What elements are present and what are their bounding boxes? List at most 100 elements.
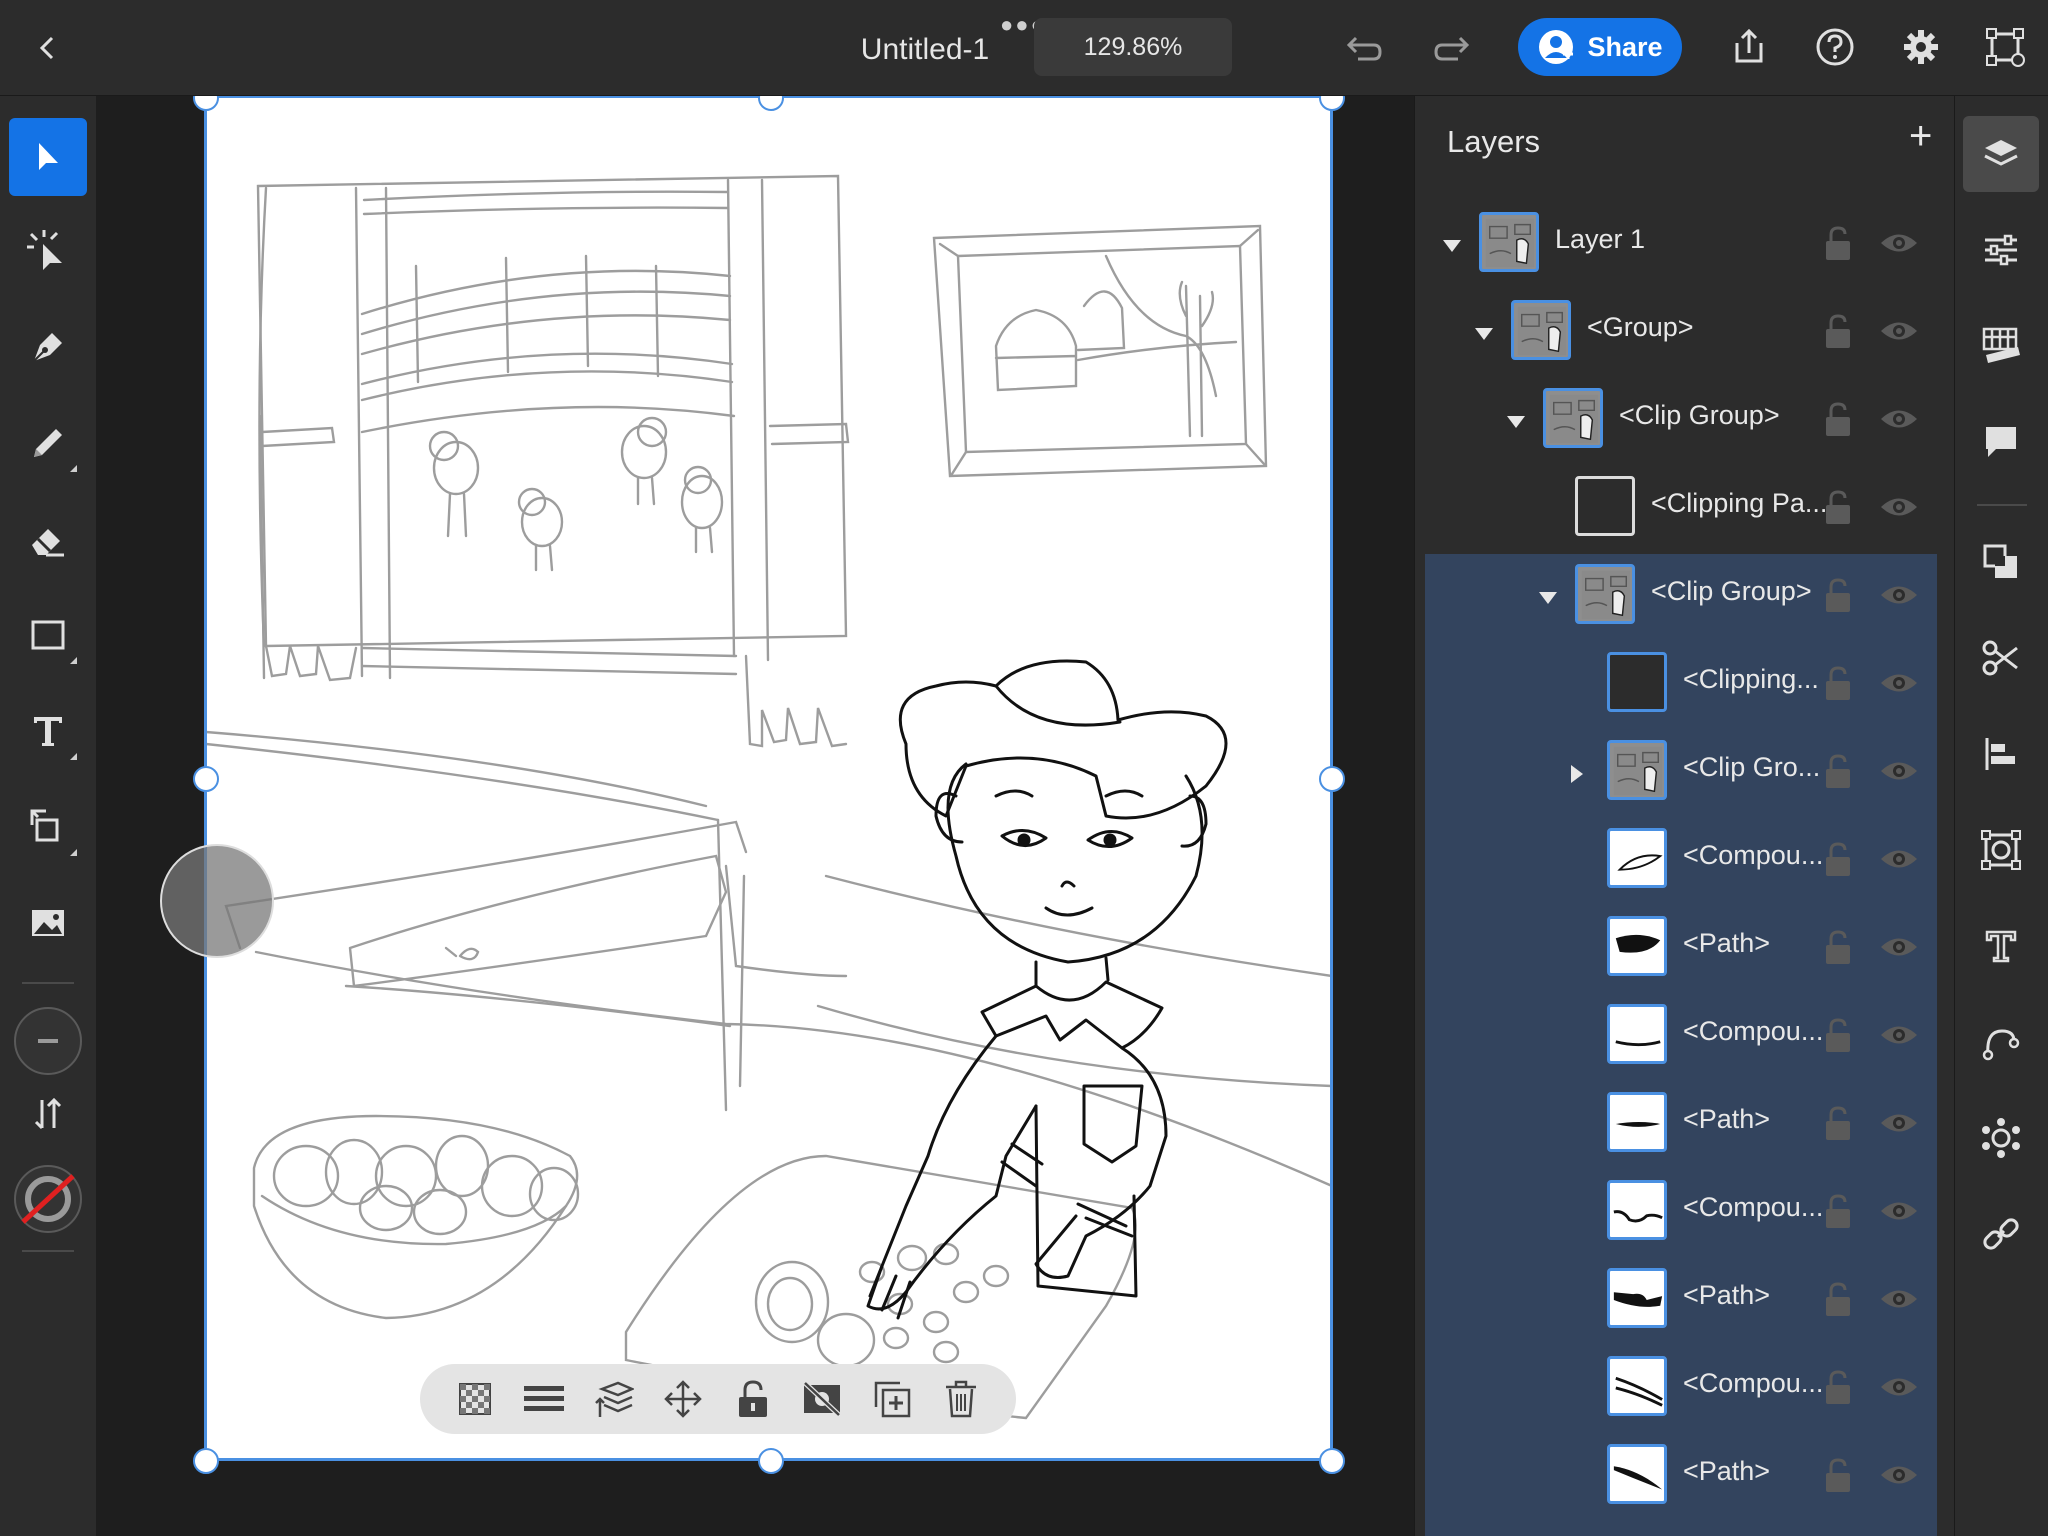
layer-row[interactable]: <Clipping Pa... [1415,466,1955,554]
visibility-eye-icon[interactable] [1879,1460,1919,1495]
comments-button[interactable] [1963,404,2039,480]
visibility-eye-icon[interactable] [1879,844,1919,879]
layer-row[interactable]: <Path> [1415,1258,1955,1346]
visibility-eye-icon[interactable] [1879,1196,1919,1231]
unlock-icon[interactable] [1823,1106,1853,1147]
swap-fill-stroke-button[interactable] [9,1082,87,1146]
pen-tool[interactable] [9,308,87,386]
type-panel-button[interactable] [1963,908,2039,984]
collapse-arrow-icon[interactable] [1475,328,1493,340]
unlock-icon[interactable] [1823,842,1853,883]
visibility-eye-icon[interactable] [1879,492,1919,527]
duplicate-button[interactable] [865,1372,919,1426]
layer-row[interactable]: <Clip Gro... [1415,730,1955,818]
resize-handle-left[interactable] [193,766,219,792]
link-button[interactable] [1963,1196,2039,1272]
repeat-button[interactable] [1963,1100,2039,1176]
visibility-eye-icon[interactable] [1879,580,1919,615]
unlock-icon[interactable] [1823,314,1853,355]
visibility-eye-icon[interactable] [1879,1372,1919,1407]
resize-handle-bottom-right[interactable] [1319,1448,1345,1474]
unlock-icon[interactable] [1823,666,1853,707]
unlock-icon[interactable] [1823,490,1853,531]
collapse-arrow-icon[interactable] [1507,416,1525,428]
resize-handle-bottom-left[interactable] [193,1448,219,1474]
selection-tool[interactable] [9,118,87,196]
pathfinder-button[interactable] [1963,524,2039,600]
touch-shortcut[interactable] [160,844,274,958]
resize-handle-bottom[interactable] [758,1448,784,1474]
unlock-icon[interactable] [1823,1282,1853,1323]
layer-row[interactable]: <Group> [1415,290,1955,378]
arrange-button[interactable] [587,1372,641,1426]
transform-tool[interactable] [9,788,87,866]
unlock-icon[interactable] [1823,1370,1853,1411]
layer-row[interactable]: <Compou... [1415,1170,1955,1258]
grid-ruler-button[interactable] [1963,308,2039,384]
visibility-eye-icon[interactable] [1879,756,1919,791]
fill-stroke-button[interactable] [9,1160,87,1238]
hide-button[interactable] [795,1372,849,1426]
visibility-eye-icon[interactable] [1879,668,1919,703]
path-button[interactable] [1963,1004,2039,1080]
image-trace-button[interactable] [1963,812,2039,888]
layer-row[interactable]: <Compou... [1415,818,1955,906]
eraser-tool[interactable] [9,500,87,578]
move-button[interactable] [656,1372,710,1426]
visibility-eye-icon[interactable] [1879,316,1919,351]
layer-row[interactable]: <Path> [1415,1434,1955,1522]
visibility-eye-icon[interactable] [1879,404,1919,439]
unlock-icon[interactable] [1823,754,1853,795]
back-button[interactable] [24,24,72,72]
layer-row[interactable]: <Compou... [1415,1346,1955,1434]
add-layer-button[interactable]: + [1909,116,1932,156]
align-button[interactable] [1963,716,2039,792]
artboard-button[interactable] [1980,22,2030,72]
collapse-arrow-icon[interactable] [1443,240,1461,252]
undo-button[interactable] [1340,24,1388,72]
unlock-icon[interactable] [1823,1458,1853,1499]
pencil-tool[interactable] [9,404,87,482]
layer-row[interactable]: <Clip Group> [1415,554,1955,642]
unlock-icon[interactable] [1823,402,1853,443]
visibility-eye-icon[interactable] [1879,1020,1919,1055]
document-title[interactable]: Untitled-1 [836,22,1014,78]
export-button[interactable] [1724,22,1774,72]
type-tool[interactable] [9,692,87,770]
canvas[interactable] [96,96,1414,1536]
layer-row[interactable]: Layer 1 [1415,202,1955,290]
expand-arrow-icon[interactable] [1571,765,1583,783]
artboard[interactable] [204,96,1334,1460]
layer-row[interactable]: <Path> [1415,1082,1955,1170]
visibility-eye-icon[interactable] [1879,932,1919,967]
unlock-icon[interactable] [1823,226,1853,267]
rectangle-tool[interactable] [9,596,87,674]
visibility-eye-icon[interactable] [1879,1284,1919,1319]
settings-button[interactable] [1896,22,1946,72]
layer-row[interactable]: <Path> [1415,906,1955,994]
opacity-button[interactable] [448,1372,502,1426]
delete-button[interactable] [934,1372,988,1426]
properties-panel-button[interactable] [1963,212,2039,288]
stroke-weight-button[interactable] [9,1002,87,1080]
visibility-eye-icon[interactable] [1879,1108,1919,1143]
share-button[interactable]: Share [1518,18,1682,76]
direct-selection-tool[interactable] [9,212,87,290]
layer-row[interactable]: <Clip Group> [1415,378,1955,466]
cut-button[interactable] [1963,620,2039,696]
image-tool[interactable] [9,884,87,962]
unlock-icon[interactable] [1823,1194,1853,1235]
resize-handle-right[interactable] [1319,766,1345,792]
redo-button[interactable] [1428,24,1476,72]
lock-button[interactable] [726,1372,780,1426]
layer-row[interactable]: <Clipping... [1415,642,1955,730]
unlock-icon[interactable] [1823,930,1853,971]
visibility-eye-icon[interactable] [1879,228,1919,263]
layer-row[interactable]: <Compou... [1415,994,1955,1082]
unlock-icon[interactable] [1823,578,1853,619]
blend-button[interactable] [517,1372,571,1426]
layers-panel-button[interactable] [1963,116,2039,192]
collapse-arrow-icon[interactable] [1539,592,1557,604]
help-button[interactable] [1810,22,1860,72]
unlock-icon[interactable] [1823,1018,1853,1059]
